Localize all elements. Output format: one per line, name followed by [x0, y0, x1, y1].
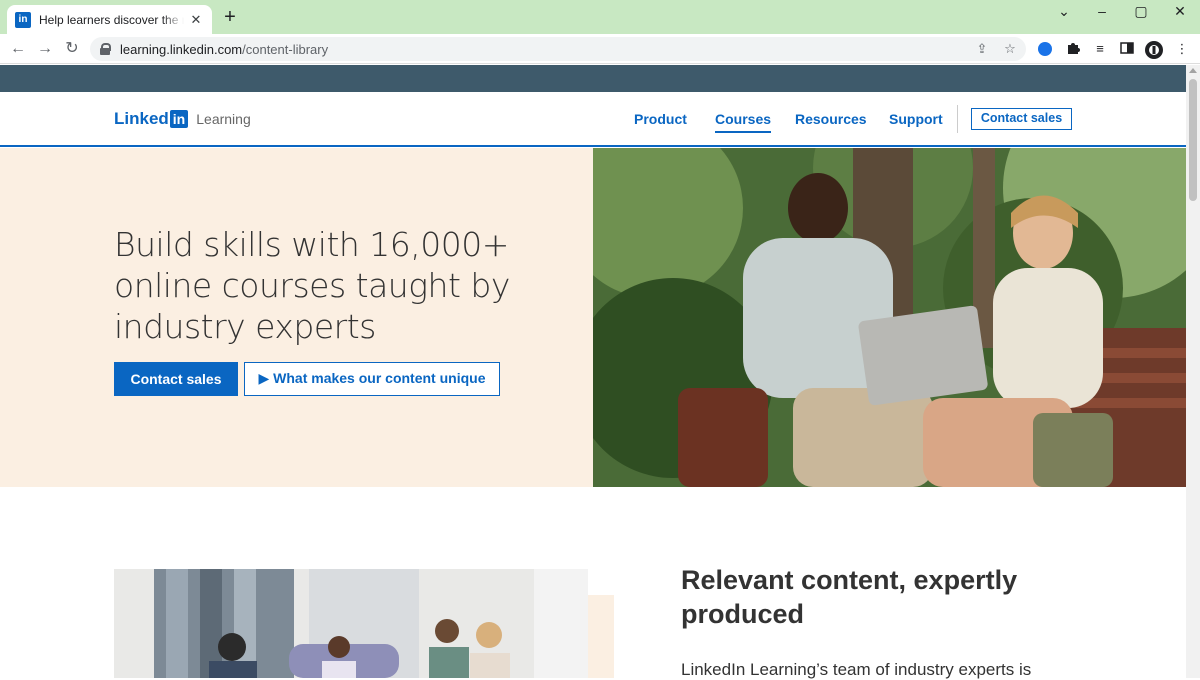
close-tab-icon[interactable]: ✕ [188, 12, 204, 28]
section-title: Relevant content, expertly produced [681, 565, 1018, 629]
tab-title: Help learners discover the right c [39, 12, 184, 27]
minimize-icon[interactable]: – [1090, 3, 1114, 23]
content-unique-button[interactable]: ▶ What makes our content unique [244, 362, 500, 396]
hero-photo-illustration [593, 148, 1186, 487]
section-image [114, 569, 588, 678]
browser-tab-strip: in Help learners discover the right c ✕ … [0, 0, 1200, 34]
linkedin-learning-logo[interactable]: Linked in Learning [114, 109, 251, 129]
back-icon[interactable]: ← [8, 39, 28, 59]
office-photo-illustration [114, 569, 588, 678]
forward-icon[interactable]: → [35, 39, 55, 59]
section-body: LinkedIn Learning’s team of industry exp… [681, 660, 1032, 679]
nav-resources[interactable]: Resources [795, 111, 867, 127]
scroll-up-icon[interactable] [1189, 68, 1197, 73]
nav-divider [957, 105, 958, 133]
logo-in-badge: in [169, 110, 189, 128]
content-unique-label: What makes our content unique [273, 370, 486, 386]
contact-sales-button[interactable]: Contact sales [114, 362, 238, 396]
header-contact-sales-button[interactable]: Contact sales [971, 108, 1072, 130]
nav-product[interactable]: Product [634, 111, 687, 127]
logo-wordmark: Linked [114, 109, 169, 128]
hero-title: Build skills with 16,000+ online courses… [114, 225, 510, 346]
hero-image [593, 148, 1186, 487]
lock-icon[interactable] [100, 43, 111, 55]
reload-icon[interactable]: ↻ [62, 39, 82, 59]
share-icon[interactable]: ⇪ [974, 41, 990, 57]
media-icon[interactable]: ≡ [1092, 41, 1108, 57]
nav-courses[interactable]: Courses [715, 111, 772, 133]
url-text: learning.linkedin.com/content-library [120, 42, 328, 57]
site-header: Linked in Learning Product Courses Resou… [0, 92, 1186, 147]
window-close-icon[interactable]: ✕ [1168, 3, 1192, 23]
browser-tab[interactable]: in Help learners discover the right c ✕ [7, 5, 212, 34]
linkedin-favicon-icon: in [15, 11, 31, 28]
url-host: learning.linkedin.com [120, 41, 243, 57]
maximize-icon[interactable]: ▢ [1129, 3, 1153, 23]
sidepanel-icon[interactable] [1119, 41, 1135, 57]
extension-icon[interactable] [1037, 41, 1053, 57]
scroll-thumb[interactable] [1189, 79, 1197, 201]
tab-search-icon[interactable]: ⌄ [1052, 3, 1076, 23]
new-tab-icon[interactable]: + [221, 7, 239, 27]
play-icon: ▶ [258, 370, 274, 386]
puzzle-icon[interactable] [1065, 41, 1081, 57]
url-path: /content-library [242, 41, 329, 57]
star-icon[interactable]: ☆ [1002, 41, 1018, 57]
top-strip [0, 65, 1186, 92]
logo-product-name: Learning [196, 111, 251, 127]
address-bar[interactable]: learning.linkedin.com/content-library ⇪ … [90, 37, 1026, 61]
browser-toolbar: ← → ↻ learning.linkedin.com/content-libr… [0, 34, 1200, 64]
hero-panel: Build skills with 16,000+ online courses… [0, 148, 593, 487]
menu-icon[interactable]: ⋮ [1174, 41, 1190, 57]
nav-support[interactable]: Support [889, 111, 943, 127]
section-photo-accent [588, 595, 614, 678]
page-scrollbar[interactable] [1186, 65, 1200, 678]
profile-icon[interactable] [1145, 41, 1163, 59]
